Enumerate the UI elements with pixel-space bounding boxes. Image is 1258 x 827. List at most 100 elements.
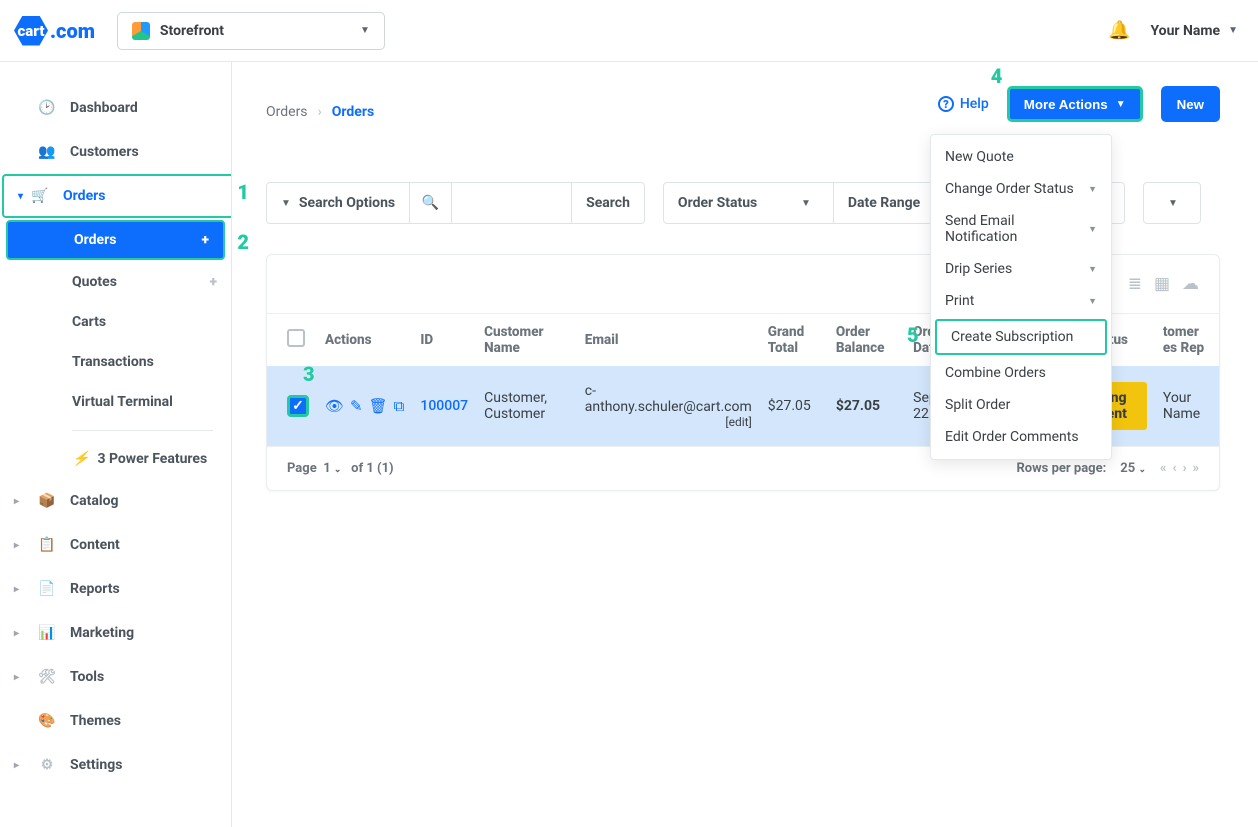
orders-subnav: Orders + 2 Quotes + Carts Transactions V… [0, 220, 231, 479]
sidebar-label: Catalog [70, 493, 119, 509]
select-all-checkbox[interactable] [287, 329, 305, 347]
col-actions: Actions [317, 314, 412, 367]
order-status-select[interactable]: Order Status ▼ [664, 183, 834, 223]
next-page-icon[interactable]: › [1183, 461, 1187, 476]
store-cube-icon [132, 22, 150, 40]
cart-icon: 🛒 [29, 188, 51, 204]
breadcrumb-current: Orders [332, 104, 374, 120]
more-actions-button[interactable]: More Actions ▼ [1007, 86, 1143, 122]
subnav-label: Carts [72, 314, 106, 330]
menu-label: Create Subscription [951, 329, 1073, 345]
subnav-quotes[interactable]: Quotes + [0, 262, 231, 302]
columns-icon[interactable]: ≣ [1128, 274, 1142, 294]
menu-edit-comments[interactable]: Edit Order Comments [931, 421, 1111, 453]
col-sales-rep-l1: tomer [1163, 324, 1199, 340]
chevron-down-icon[interactable]: ⌄ [334, 465, 342, 475]
box-icon: 📦 [36, 493, 58, 509]
menu-print[interactable]: Print ▼ [931, 285, 1111, 317]
rows-per-page-select[interactable]: 25 ⌄ [1120, 461, 1146, 476]
view-icon[interactable]: 👁 [325, 397, 344, 415]
search-options-toggle[interactable]: ▼ Search Options [267, 183, 410, 223]
sidebar-item-content[interactable]: 📋 Content [0, 523, 231, 567]
cloud-download-icon[interactable]: ☁ [1182, 274, 1199, 294]
col-id: ID [412, 314, 476, 367]
file-icon: 📄 [36, 581, 58, 597]
row-actions: 👁 ✎ 🗑 ⧉ [325, 397, 404, 415]
barcode-icon[interactable]: ⧉ [394, 397, 405, 415]
grid-icon[interactable]: ▦ [1154, 274, 1170, 294]
sidebar-item-orders[interactable]: 🛒 Orders [2, 174, 231, 218]
sidebar-item-catalog[interactable]: 📦 Catalog [0, 479, 231, 523]
search-button-label: Search [586, 195, 630, 211]
subnav-orders[interactable]: Orders + [6, 220, 225, 260]
menu-create-subscription[interactable]: Create Subscription [935, 319, 1107, 355]
subnav-carts[interactable]: Carts [0, 302, 231, 342]
menu-label: Combine Orders [945, 365, 1046, 381]
breadcrumb-root[interactable]: Orders [266, 104, 308, 120]
col-customer-name: Customer Name [476, 314, 577, 367]
extra-filter-select[interactable]: ▼ [1144, 183, 1200, 223]
menu-combine-orders[interactable]: Combine Orders [931, 357, 1111, 389]
users-icon: 👥 [36, 144, 58, 160]
first-page-icon[interactable]: « [1160, 461, 1167, 476]
user-menu[interactable]: Your Name ▼ [1150, 23, 1238, 39]
topbar: cart .com Storefront ▼ 🔔 Your Name ▼ [0, 0, 1258, 62]
edit-icon[interactable]: ✎ [350, 397, 363, 415]
menu-label: Change Order Status [945, 181, 1074, 197]
search-input[interactable] [466, 183, 557, 223]
rows-per-page-label: Rows per page: [1016, 461, 1106, 476]
menu-label: Print [945, 293, 974, 309]
new-button[interactable]: New [1161, 86, 1220, 122]
sidebar-label: Settings [70, 757, 122, 773]
menu-change-status[interactable]: Change Order Status▼ [931, 173, 1111, 205]
col-sales-rep-l2: es Rep [1163, 340, 1204, 356]
col-email: Email [577, 314, 760, 367]
brand-logo[interactable]: cart .com [14, 16, 95, 46]
sidebar-item-dashboard[interactable]: 🕑 Dashboard [0, 86, 231, 130]
order-id-link[interactable]: 100007 [420, 398, 468, 414]
subnav-virtual-terminal[interactable]: Virtual Terminal [0, 382, 231, 422]
sidebar-item-themes[interactable]: 🎨 Themes [0, 699, 231, 743]
chevron-down-icon: ▼ [1088, 264, 1097, 275]
sidebar-item-marketing[interactable]: 📊 Marketing [0, 611, 231, 655]
subnav-label: Transactions [72, 354, 154, 370]
main-content: ? Help 4 More Actions ▼ New New Quote Ch… [232, 62, 1258, 827]
brand-hex: cart [14, 16, 48, 46]
breadcrumb-sep: › [318, 104, 322, 120]
sidebar-item-settings[interactable]: ⚙ Settings [0, 743, 231, 787]
store-selector[interactable]: Storefront ▼ [117, 12, 385, 50]
annotation-3: 3 [303, 362, 315, 386]
sidebar-label: Marketing [70, 625, 134, 641]
menu-new-quote[interactable]: New Quote [931, 141, 1111, 173]
subnav-power-features[interactable]: ⚡ 3 Power Features [0, 439, 231, 479]
sidebar-item-customers[interactable]: 👥 Customers [0, 130, 231, 174]
subnav-label: Virtual Terminal [72, 394, 173, 410]
last-page-icon[interactable]: » [1193, 461, 1200, 476]
sidebar-label: Dashboard [70, 100, 138, 116]
theme-icon: 🎨 [36, 713, 58, 729]
menu-drip-series[interactable]: Drip Series▼ [931, 253, 1111, 285]
plus-icon[interactable]: + [202, 232, 209, 248]
subnav-transactions[interactable]: Transactions [0, 342, 231, 382]
trash-icon[interactable]: 🗑 [369, 397, 388, 415]
notifications-bell-icon[interactable]: 🔔 [1108, 20, 1130, 41]
menu-split-order[interactable]: Split Order [931, 389, 1111, 421]
plus-icon[interactable]: + [210, 274, 217, 290]
subnav-label: Quotes [72, 274, 117, 290]
prev-page-icon[interactable]: ‹ [1173, 461, 1177, 476]
menu-send-email[interactable]: Send Email Notification▼ [931, 205, 1111, 253]
row-checkbox[interactable]: ✓ [287, 395, 309, 417]
cell-email-edit[interactable]: [edit] [585, 415, 752, 429]
sidebar-item-reports[interactable]: 📄 Reports [0, 567, 231, 611]
chevron-down-icon: ▼ [1088, 296, 1097, 307]
cell-email-link[interactable]: c-anthony.schuler@cart.com [585, 383, 752, 415]
sidebar-item-tools[interactable]: 🛠 Tools [0, 655, 231, 699]
help-label: Help [960, 96, 989, 112]
help-link[interactable]: ? Help [938, 96, 989, 112]
chevron-down-icon: ▼ [1168, 198, 1178, 209]
cell-sales-rep: Your Name [1155, 366, 1219, 446]
chevron-down-icon: ▼ [1116, 99, 1126, 110]
search-options-label: Search Options [299, 195, 395, 211]
page-number[interactable]: 1 [323, 461, 330, 476]
search-button[interactable]: Search [572, 183, 644, 223]
